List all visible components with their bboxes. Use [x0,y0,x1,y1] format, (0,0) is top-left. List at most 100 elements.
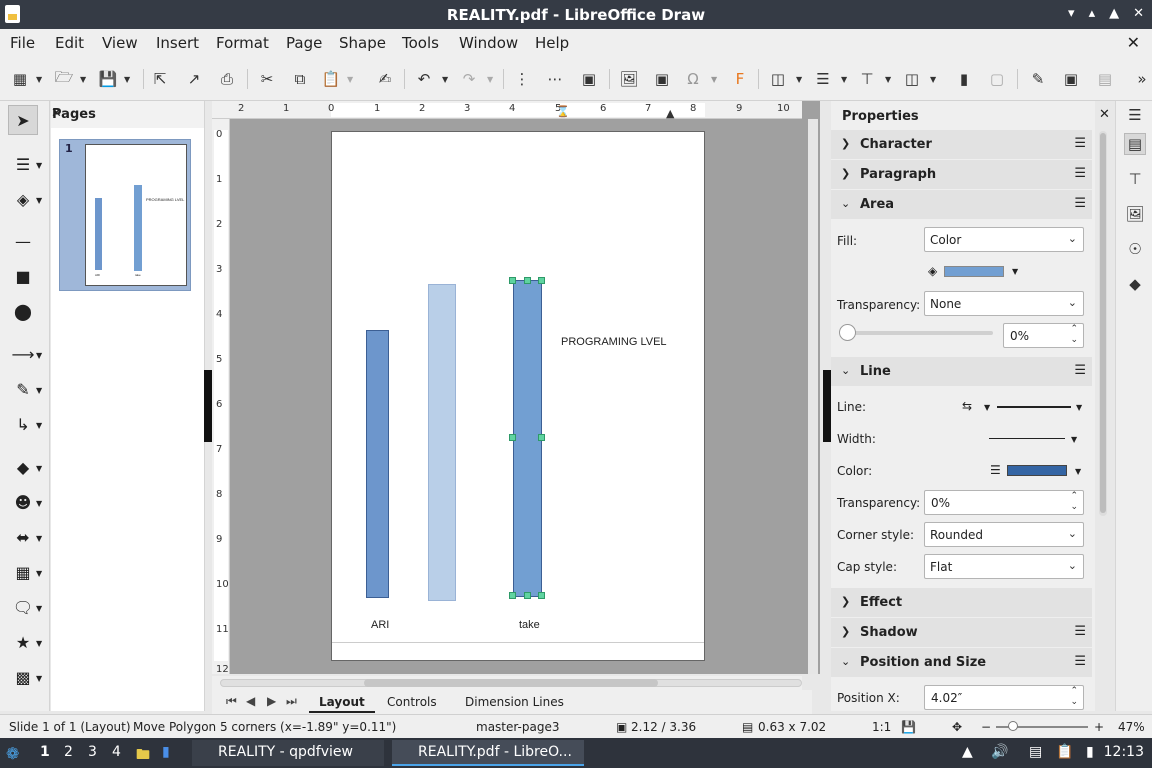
callouts-icon[interactable]: 🗨 [8,592,38,622]
menu-insert[interactable]: Insert [156,34,199,52]
volume-icon[interactable]: 🔊 [991,744,1008,760]
zoom-pan-icon[interactable]: ▣ [579,69,599,89]
workspace-4[interactable]: 4 [112,744,121,760]
curves-dropdown-icon[interactable]: ▼ [36,386,42,395]
file-manager-icon[interactable]: 🖿 [136,744,150,768]
horizontal-scrollbar[interactable] [212,676,802,690]
shapes-deck-icon[interactable]: ◆ [1124,273,1146,295]
block-arrows-icon[interactable]: ⬌ [8,522,38,552]
fill-color-dropdown-icon[interactable]: ▼ [36,196,42,205]
curves-icon[interactable]: ✎ [8,374,38,404]
fit-page-icon[interactable]: ✥ [952,720,962,734]
basic-shapes-icon[interactable]: ◆ [8,452,38,482]
workspace-2[interactable]: 2 [64,744,73,760]
insert-image-icon[interactable]: 🖼 [619,69,639,89]
arrow-style-icon[interactable]: ⇆ [962,399,972,413]
selection-handle[interactable] [538,434,545,441]
menu-icon[interactable]: ☰ [1074,624,1086,639]
lines-arrows-dropdown-icon[interactable]: ▼ [36,351,42,360]
redo-dropdown-icon[interactable]: ▼ [487,75,493,84]
section-line[interactable]: ⌄ Line ☰ [831,357,1092,386]
start-menu-icon[interactable]: ❁ [6,744,19,763]
undo-dropdown-icon[interactable]: ▼ [442,75,448,84]
menu-tools[interactable]: Tools [402,34,439,52]
connectors-dropdown-icon[interactable]: ▼ [36,421,42,430]
paste-icon[interactable]: 📋 [321,69,341,89]
block-arrows-dropdown-icon[interactable]: ▼ [36,534,42,543]
menu-icon[interactable]: ☰ [1074,363,1086,378]
menu-page[interactable]: Page [286,34,322,52]
prev-tab-icon[interactable]: ◀ [246,694,255,708]
basic-shapes-dropdown-icon[interactable]: ▼ [36,464,42,473]
workspace-1[interactable]: 1 [40,744,50,760]
print-icon[interactable]: ⎙ [217,69,237,89]
align-objects-icon[interactable]: ☰ [813,69,833,89]
toggle-extrusion-icon[interactable]: ▤ [1095,69,1115,89]
task-qpdfview[interactable]: REALITY - qpdfview [192,740,384,766]
sidebar-scrollbar[interactable] [1099,131,1107,516]
align-dropdown-icon[interactable]: ▼ [841,75,847,84]
programming-level-text[interactable]: PROGRAMING LVEL [561,336,667,348]
fill-bucket-icon[interactable]: ◈ [928,264,937,278]
selection-handle[interactable] [524,277,531,284]
line-color-icon[interactable]: ☰ [8,149,38,179]
fill-type-select[interactable]: Color ⌄ [924,227,1084,252]
zoom-in-icon[interactable]: + [1094,720,1104,734]
line-color-icon[interactable]: ☰ [990,463,1001,477]
line-color-dropdown-icon[interactable]: ▼ [36,161,42,170]
arrange-dropdown-icon[interactable]: ▼ [885,75,891,84]
section-area[interactable]: ⌄ Area ☰ [831,190,1092,219]
arrow-style-dropdown-icon[interactable]: ▼ [984,403,990,412]
fill-color-dropdown-icon[interactable]: ▼ [1012,267,1018,276]
distribute-icon[interactable]: ◫ [902,69,922,89]
transparency-percent-field[interactable]: 0% ⌃ ⌄ [1003,323,1084,348]
tab-layout[interactable]: Layout [309,695,375,713]
selection-handle[interactable] [524,592,531,599]
menu-window[interactable]: Window [459,34,518,52]
open-icon[interactable]: 🗁 [54,68,74,89]
ellipse-icon[interactable]: ⬤ [8,296,38,326]
save-dropdown-icon[interactable]: ▼ [124,75,130,84]
clipboard-icon[interactable]: 📋 [1056,744,1073,760]
arrange-icon[interactable]: ⊤ [857,69,877,89]
stars-dropdown-icon[interactable]: ▼ [36,639,42,648]
flowchart-dropdown-icon[interactable]: ▼ [36,569,42,578]
position-x-field[interactable]: 4.02″ ⌃ ⌄ [924,685,1084,710]
lines-arrows-icon[interactable]: ⟶ [8,339,38,369]
corner-style-select[interactable]: Rounded ⌄ [924,522,1084,547]
menu-view[interactable]: View [102,34,138,52]
close-sidebar-icon[interactable]: ✕ [1099,107,1110,122]
status-zoom[interactable]: 47% [1118,720,1145,734]
zoom-out-icon[interactable]: − [981,720,991,734]
transparency-slider[interactable] [845,331,993,335]
3d-objects-icon[interactable]: ▩ [8,662,38,692]
vertical-ruler[interactable]: 0 1 2 3 4 5 6 7 8 9 10 11 12 [212,119,230,675]
bar-shape-1[interactable] [366,330,389,598]
points-icon[interactable]: ✎ [1028,69,1048,89]
area-transparency-select[interactable]: None ⌄ [924,291,1084,316]
take-label[interactable]: take [519,619,540,631]
collapse-sidebar-handle[interactable] [823,370,831,442]
properties-deck-icon[interactable]: ▤ [1124,133,1146,155]
section-effect[interactable]: ❯ Effect [831,588,1092,617]
transformations-dropdown-icon[interactable]: ▼ [796,75,802,84]
fontwork-icon[interactable]: F [730,69,750,89]
ruler-right-indent-marker[interactable]: ▲ [666,107,674,120]
rectangle-icon[interactable]: ■ [8,261,38,291]
gallery-deck-icon[interactable]: 🖼 [1124,203,1146,225]
export-icon[interactable]: ⇱ [150,69,170,89]
open-dropdown-icon[interactable]: ▼ [80,75,86,84]
grid-icon[interactable]: ⋮ [512,69,532,89]
selection-handle[interactable] [538,277,545,284]
minimize-icon[interactable]: ▾ [1068,6,1075,21]
line-transparency-field[interactable]: 0% ⌃ ⌄ [924,490,1084,515]
vertical-scrollbar[interactable] [808,119,818,674]
stars-icon[interactable]: ★ [8,627,38,657]
section-character[interactable]: ❯ Character ☰ [831,130,1092,159]
symbol-shapes-dropdown-icon[interactable]: ▼ [36,499,42,508]
ari-label[interactable]: ARI [371,619,389,631]
task-libreoffice[interactable]: REALITY.pdf - LibreO... [392,740,584,766]
paste-dropdown-icon[interactable]: ▼ [347,75,353,84]
crop-icon[interactable]: ▢ [987,69,1007,89]
line-style-preview[interactable] [997,406,1071,408]
